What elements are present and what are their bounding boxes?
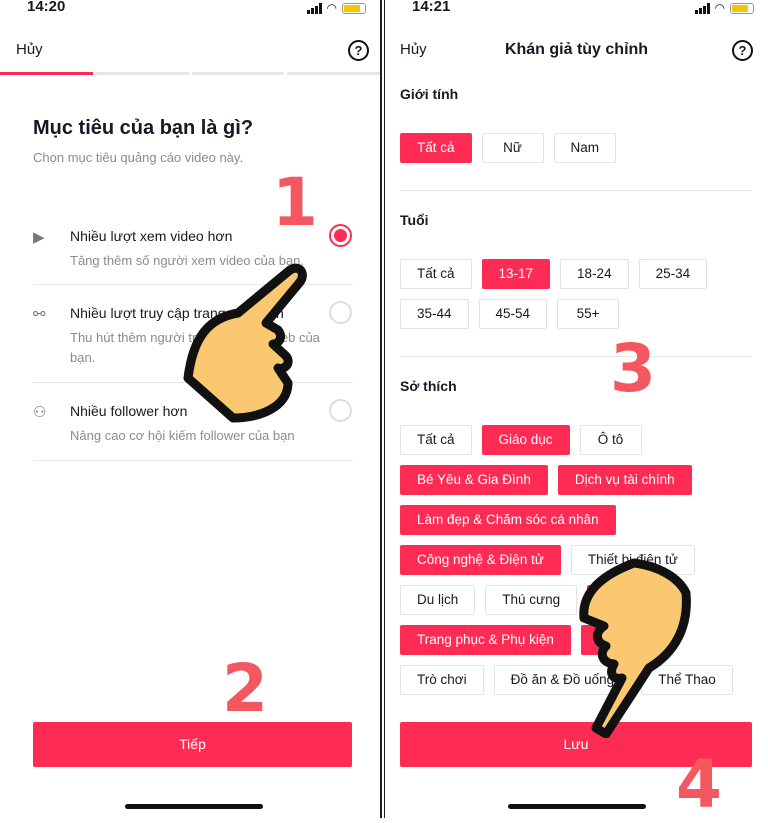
home-indicator xyxy=(125,804,263,809)
video-up-icon: ▶ xyxy=(33,229,45,246)
option-desc: Nâng cao cơ hội kiếm follower của bạn xyxy=(70,428,295,443)
signal-icon xyxy=(306,2,322,14)
option-title: Nhiều lượt xem video hơn xyxy=(70,228,233,244)
link-up-icon: ⚯ xyxy=(33,306,46,323)
chip-option[interactable]: Nữ xyxy=(481,133,544,163)
status-time: 14:21 xyxy=(412,0,451,15)
chip-option[interactable]: 18-24 xyxy=(560,259,629,289)
next-button[interactable]: Tiếp xyxy=(33,722,352,767)
wifi-icon: ◠ xyxy=(326,1,337,15)
age-chips: Tất cả 13-17 18-24 25-34 35-44 45-54 55+ xyxy=(400,259,730,329)
option-title: Nhiều follower hơn xyxy=(70,403,188,419)
signal-icon xyxy=(694,2,710,14)
wifi-icon: ◠ xyxy=(714,1,725,15)
chip-option[interactable]: Giáo dục xyxy=(481,425,570,455)
annotation-3: 3 xyxy=(610,330,656,407)
chip-option[interactable]: 45-54 xyxy=(478,299,548,329)
chip-option[interactable]: 13-17 xyxy=(481,259,551,289)
cancel-button[interactable]: Hủy xyxy=(16,41,43,58)
chip-option[interactable]: Bé Yêu & Gia Đình xyxy=(400,465,548,495)
chip-option[interactable]: 35-44 xyxy=(400,299,469,329)
home-indicator xyxy=(508,804,646,809)
annotation-1: 1 xyxy=(272,164,318,241)
radio[interactable] xyxy=(329,301,352,324)
chip-option[interactable]: Làm đẹp & Chăm sóc cá nhân xyxy=(400,505,616,535)
gender-label: Giới tính xyxy=(400,86,459,102)
chip-option[interactable]: 25-34 xyxy=(638,259,708,289)
chip-option[interactable]: Tất cả xyxy=(400,259,472,289)
chip-option[interactable]: Du lịch xyxy=(400,585,476,615)
age-label: Tuổi xyxy=(400,212,429,228)
chip-option[interactable]: Trò chơi xyxy=(400,665,484,695)
chip-option[interactable]: Thú cưng xyxy=(485,585,578,615)
chip-option[interactable]: Trang phục & Phụ kiện xyxy=(400,625,571,655)
battery-icon xyxy=(730,2,754,14)
pointing-hand-icon xyxy=(579,558,691,738)
step-progress xyxy=(0,72,380,75)
divider xyxy=(400,356,752,357)
battery-icon xyxy=(342,2,366,14)
chip-option[interactable]: Nam xyxy=(553,133,617,163)
page-title: Mục tiêu của bạn là gì? xyxy=(33,117,254,139)
divider xyxy=(400,190,752,191)
pointing-hand-icon xyxy=(183,263,307,423)
chip-option[interactable]: Tất cả xyxy=(400,133,472,163)
chip-option[interactable]: Dịch vụ tài chính xyxy=(557,465,692,495)
chip-option[interactable]: Công nghệ & Điện tử xyxy=(400,545,561,575)
status-time: 14:20 xyxy=(27,0,66,15)
gender-chips: Tất cả Nữ Nam xyxy=(400,133,745,163)
page-title: Khán giả tùy chỉnh xyxy=(504,41,649,58)
question-circle-icon[interactable]: ? xyxy=(732,40,753,61)
chip-option[interactable]: 55+ xyxy=(557,299,620,329)
chip-option[interactable]: Ô tô xyxy=(579,425,642,455)
annotation-2: 2 xyxy=(222,650,268,727)
status-bar: 14:20 ◠ xyxy=(0,0,380,18)
annotation-4: 4 xyxy=(676,746,722,823)
radio[interactable] xyxy=(329,399,352,422)
chip-option[interactable]: Tất cả xyxy=(400,425,472,455)
page-subtitle: Chọn mục tiêu quảng cáo video này. xyxy=(33,150,244,165)
question-circle-icon[interactable]: ? xyxy=(348,40,369,61)
interests-label: Sở thích xyxy=(400,378,457,394)
status-bar: 14:21 ◠ xyxy=(385,0,768,18)
user-up-icon: ⚇ xyxy=(33,404,47,421)
radio-selected[interactable] xyxy=(329,224,352,247)
